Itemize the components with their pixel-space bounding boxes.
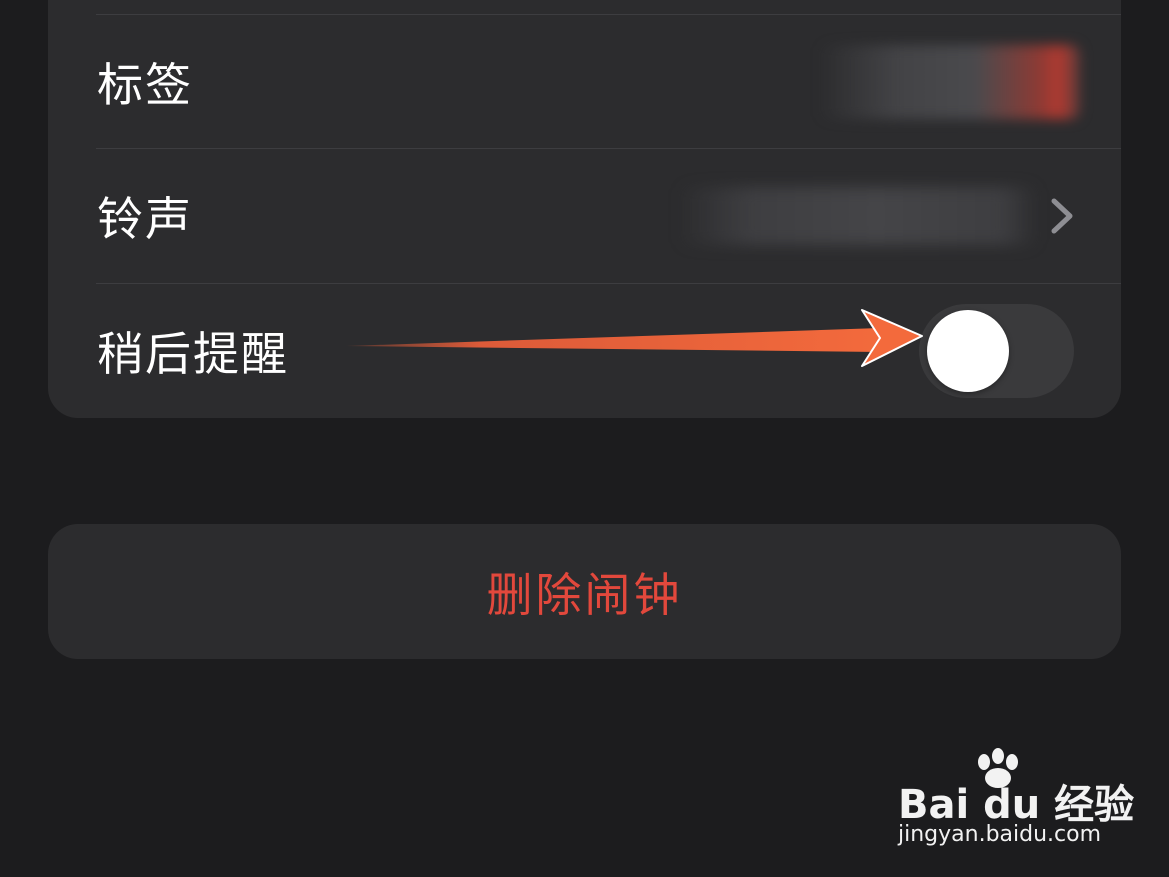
alarm-settings-screen: 标签 铃声 稍后提醒 删除闹钟 Bai du 经验 jingyan.baidu.…	[0, 0, 1169, 877]
ringtone-row-title: 铃声	[97, 192, 193, 246]
label-row[interactable]: 标签	[48, 15, 1121, 149]
delete-alarm-button[interactable]: 删除闹钟	[48, 524, 1121, 659]
label-row-title: 标签	[97, 58, 193, 112]
baidu-watermark: Bai du 经验 jingyan.baidu.com	[880, 748, 1140, 858]
arrow-annotation-icon	[346, 309, 923, 367]
chevron-right-icon	[1051, 198, 1073, 234]
watermark-url: jingyan.baidu.com	[898, 822, 1102, 847]
ringtone-row[interactable]: 铃声	[48, 149, 1121, 283]
label-value-blurred	[818, 45, 1080, 119]
delete-alarm-label: 删除闹钟	[486, 567, 683, 622]
snooze-toggle[interactable]	[919, 304, 1074, 398]
snooze-row-title: 稍后提醒	[97, 327, 289, 381]
ringtone-value-blurred	[678, 187, 1038, 245]
